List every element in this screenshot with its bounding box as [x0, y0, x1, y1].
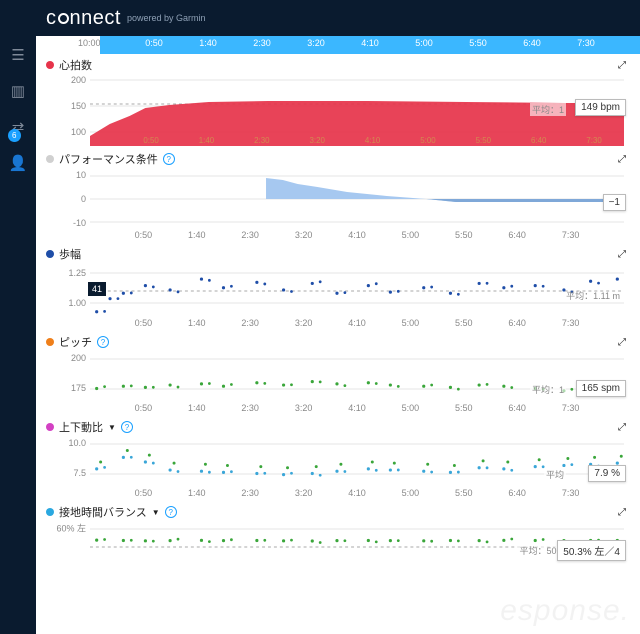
plot-area[interactable]: 41 1.25 1.00 平均：1.11 m — [90, 263, 624, 318]
expand-icon[interactable]: ⤢ — [618, 154, 630, 165]
value-pill: 149 bpm — [575, 99, 626, 116]
x-axis: 0:501:402:303:204:105:005:506:407:30 — [90, 488, 624, 499]
plot-area[interactable]: 10 0 -10 −1 — [90, 168, 624, 230]
svg-text:5:50: 5:50 — [476, 136, 492, 145]
chart-title: 接地時間バランス — [59, 504, 147, 520]
legend-dot — [46, 250, 54, 258]
x-axis: 0:501:402:303:204:105:005:506:407:30 — [90, 403, 624, 414]
chart-stride-length: 歩幅 ⤢ 41 1.25 1.00 平均：1.11 m 0:501:402:30… — [40, 243, 630, 329]
svg-text:2:30: 2:30 — [254, 136, 270, 145]
help-icon[interactable]: ? — [97, 336, 109, 348]
chart-title: 歩幅 — [59, 246, 81, 262]
hover-value: 41 — [88, 282, 106, 296]
profile-icon[interactable]: 👤 — [9, 154, 28, 172]
legend-dot — [46, 61, 54, 69]
help-icon[interactable]: ? — [165, 506, 177, 518]
chart-title: パフォーマンス条件 — [59, 151, 158, 167]
inbox-icon[interactable]: ▥ — [11, 82, 25, 100]
expand-icon[interactable]: ⤢ — [618, 507, 630, 518]
x-axis: 0:501:402:303:204:105:005:506:407:30 — [90, 230, 624, 241]
chart-gct-balance: 接地時間バランス ▼ ? ⤢ 60% 左 平均：50.2 50.3% 左／4 — [40, 501, 630, 561]
chart-title: 心拍数 — [59, 57, 92, 73]
legend-dot — [46, 338, 54, 346]
caret-down-icon[interactable]: ▼ — [108, 423, 116, 432]
legend-dot — [46, 508, 54, 516]
help-icon[interactable]: ? — [121, 421, 133, 433]
chart-performance-condition: パフォーマンス条件 ? ⤢ 10 0 -10 −1 0:501:402:303:… — [40, 148, 630, 241]
legend-dot — [46, 423, 54, 431]
chart-cadence: ピッチ ? ⤢ 200 175 平均：1 165 spm 0:501:402:3… — [40, 331, 630, 414]
svg-text:5:00: 5:00 — [420, 136, 436, 145]
menu-icon[interactable]: ☰ — [11, 46, 24, 64]
plot-area[interactable]: 200 175 平均：1 165 spm — [90, 351, 624, 403]
chart-title: ピッチ — [59, 334, 92, 350]
caret-down-icon[interactable]: ▼ — [152, 508, 160, 517]
legend-dot — [46, 155, 54, 163]
badge-count: 6 — [8, 129, 21, 142]
header: cnnect powered by Garmin — [36, 0, 640, 36]
powered-by: powered by Garmin — [127, 13, 206, 23]
svg-text:6:40: 6:40 — [531, 136, 547, 145]
time-scrubber[interactable]: 0:501:402:303:204:105:005:506:407:30 — [100, 36, 640, 54]
value-pill: 7.9 % — [588, 465, 626, 482]
expand-icon[interactable]: ⤢ — [618, 60, 630, 71]
plot-area[interactable]: 60% 左 平均：50.2 50.3% 左／4 — [90, 521, 624, 561]
value-pill: 50.3% 左／4 — [557, 540, 626, 561]
app-root: ☰ ▥ ⇄6 👤 cnnect powered by Garmin 10:00 … — [0, 0, 640, 634]
main: cnnect powered by Garmin 10:00 0:501:402… — [36, 0, 640, 634]
value-pill: −1 — [603, 194, 626, 211]
chart-vertical-ratio: 上下動比 ▼ ? ⤢ 10.0 7.5 平均 7.9 % 0:501:402:3… — [40, 416, 630, 499]
expand-icon[interactable]: ⤢ — [618, 249, 630, 260]
watermark: esponse. — [500, 594, 630, 628]
value-pill: 165 spm — [576, 380, 626, 397]
chart-heart-rate: 心拍数 ⤢ 200 150 100 平均：1 149 bpm 0:501:402… — [40, 54, 630, 146]
time-start-label: 10:00 — [78, 38, 101, 48]
charts-container: 心拍数 ⤢ 200 150 100 平均：1 149 bpm 0:501:402… — [36, 54, 640, 561]
chart-title: 上下動比 — [59, 419, 103, 435]
plot-area[interactable]: 10.0 7.5 平均 7.9 % — [90, 436, 624, 488]
x-axis: 0:501:402:303:204:105:005:506:407:30 — [90, 318, 624, 329]
svg-text:0:50: 0:50 — [143, 136, 159, 145]
sidebar: ☰ ▥ ⇄6 👤 — [0, 0, 36, 634]
brand-logo: cnnect — [46, 7, 121, 30]
plot-area[interactable]: 200 150 100 平均：1 149 bpm 0:501:402:303:2… — [90, 74, 624, 146]
expand-icon[interactable]: ⤢ — [618, 337, 630, 348]
svg-text:1:40: 1:40 — [199, 136, 215, 145]
help-icon[interactable]: ? — [163, 153, 175, 165]
expand-icon[interactable]: ⤢ — [618, 422, 630, 433]
svg-text:7:30: 7:30 — [586, 136, 602, 145]
svg-text:3:20: 3:20 — [310, 136, 326, 145]
svg-text:4:10: 4:10 — [365, 136, 381, 145]
sync-icon[interactable]: ⇄6 — [12, 118, 25, 136]
